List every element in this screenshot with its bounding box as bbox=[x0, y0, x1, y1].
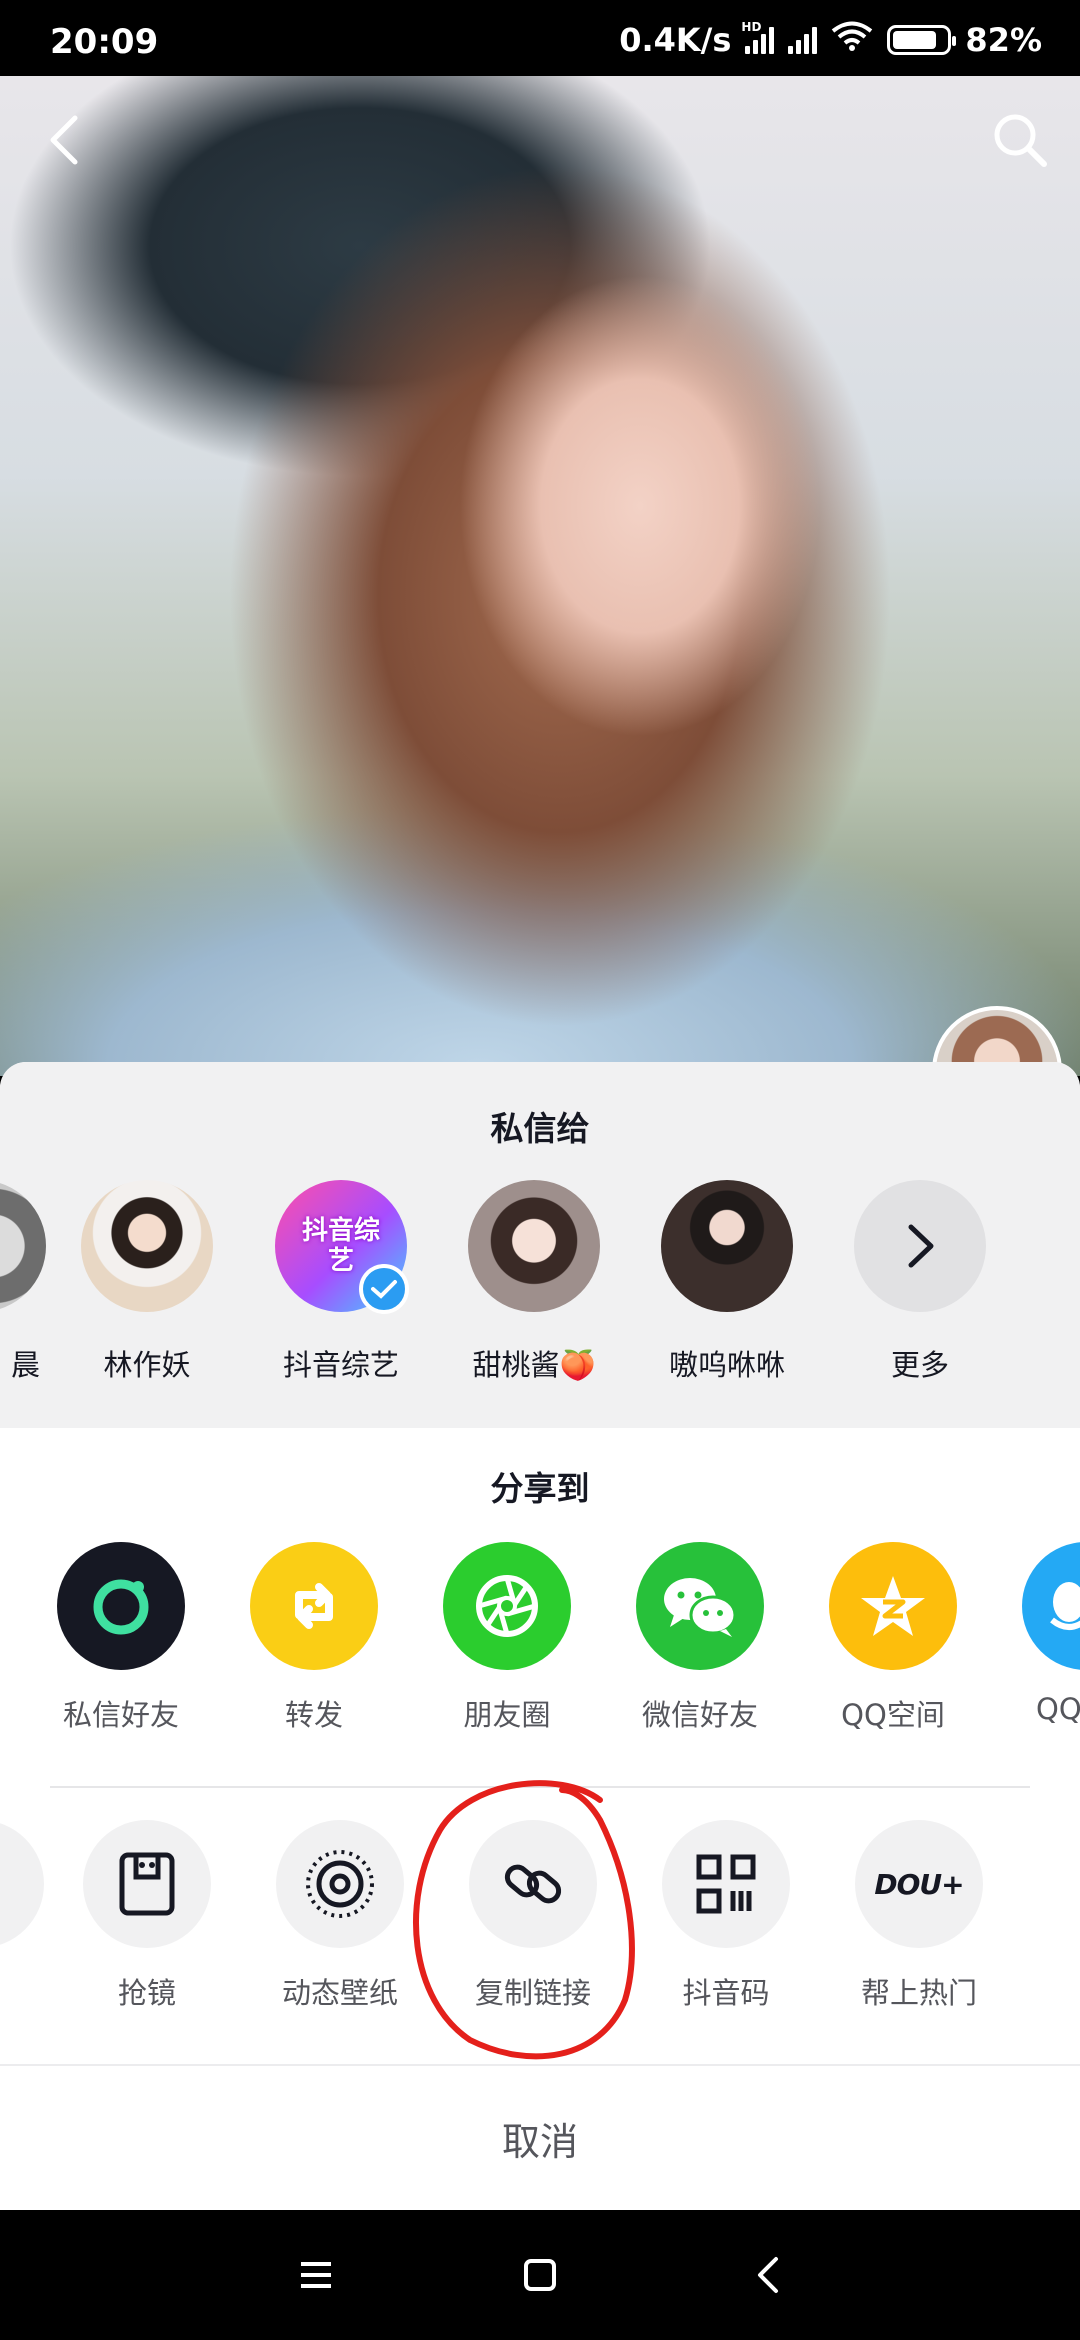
contact-name: 林作妖 bbox=[103, 1348, 191, 1382]
tool-label: 动态壁纸 bbox=[281, 1976, 398, 2010]
status-bar: 20:09 0.4K/s HD 82% bbox=[0, 0, 1080, 76]
share-targets: 私信好友 转发 朋友圈 微信好友 QQ空间 QQ bbox=[0, 1542, 1080, 1742]
private-message-icon bbox=[57, 1542, 185, 1670]
status-right: 0.4K/s HD 82% bbox=[619, 20, 1042, 60]
wechat-icon bbox=[636, 1542, 764, 1670]
contact-name: 甜桃酱🍑 bbox=[472, 1348, 596, 1382]
battery-percent: 82% bbox=[965, 21, 1042, 59]
duet-icon bbox=[83, 1820, 211, 1948]
repost-icon bbox=[250, 1542, 378, 1670]
contact-avatar bbox=[0, 1180, 46, 1312]
hd-signal-icon: HD bbox=[741, 20, 775, 54]
contact-item[interactable]: 甜桃酱🍑 bbox=[454, 1180, 614, 1384]
search-button[interactable] bbox=[984, 104, 1056, 176]
contact-list: 晨 林作妖 抖音综艺 抖音综艺 甜桃酱🍑 嗷呜咻咻 更多 bbox=[0, 1180, 1080, 1400]
contact-name: 抖音综艺 bbox=[282, 1348, 399, 1382]
tool-dou-plus[interactable]: DOU+ 帮上热门 bbox=[829, 1820, 1009, 2012]
share-label: 微信好友 bbox=[641, 1698, 758, 1732]
verified-icon bbox=[359, 1264, 409, 1314]
dm-section: 私信给 晨 林作妖 抖音综艺 抖音综艺 甜桃酱🍑 嗷呜咻咻 更多 bbox=[0, 1062, 1080, 1428]
tool-live-wallpaper[interactable]: 动态壁纸 bbox=[250, 1820, 430, 2012]
qq-icon bbox=[1022, 1542, 1080, 1670]
home-icon bbox=[524, 2259, 556, 2291]
contact-avatar bbox=[468, 1180, 600, 1312]
menu-icon bbox=[301, 2262, 331, 2288]
chevron-right-icon bbox=[908, 1224, 934, 1268]
video-player[interactable] bbox=[0, 76, 1080, 1076]
signal-icon bbox=[788, 26, 818, 54]
share-qzone[interactable]: QQ空间 bbox=[803, 1542, 983, 1734]
tool-copy-link[interactable]: 复制链接 bbox=[443, 1820, 623, 2012]
share-sheet: 私信给 晨 林作妖 抖音综艺 抖音综艺 甜桃酱🍑 嗷呜咻咻 更多 分享到 私信好… bbox=[0, 1062, 1080, 2210]
dm-title: 私信给 bbox=[490, 1109, 590, 1148]
battery-icon bbox=[887, 25, 957, 55]
tool-label: 帮上热门 bbox=[860, 1976, 977, 2010]
moments-icon bbox=[443, 1542, 571, 1670]
tool-duet[interactable]: 抢镜 bbox=[57, 1820, 237, 2012]
chevron-left-icon bbox=[50, 115, 78, 165]
contact-avatar: 抖音综艺 bbox=[275, 1180, 409, 1314]
home-button[interactable] bbox=[510, 2248, 570, 2302]
tool-actions: 抢镜 动态壁纸 复制链接 抖音码 DOU+ 帮上热门 bbox=[0, 1820, 1080, 2030]
share-screen: 20:09 0.4K/s HD 82% 私信给 晨 林作妖 抖音综艺 抖音综艺 … bbox=[0, 0, 1080, 2340]
share-qq[interactable]: QQ bbox=[996, 1542, 1080, 1726]
back-triangle-icon bbox=[758, 2257, 778, 2293]
tool-partial-icon bbox=[0, 1820, 44, 1948]
share-label: 私信好友 bbox=[62, 1698, 179, 1732]
live-wallpaper-icon bbox=[276, 1820, 404, 1948]
system-nav-bar bbox=[0, 2210, 1080, 2340]
contact-item[interactable]: 林作妖 bbox=[67, 1180, 227, 1384]
share-repost[interactable]: 转发 bbox=[224, 1542, 404, 1734]
wifi-icon bbox=[831, 20, 873, 60]
dou-plus-icon: DOU+ bbox=[855, 1820, 983, 1948]
menu-button[interactable] bbox=[286, 2248, 346, 2302]
contact-name: 更多 bbox=[890, 1348, 949, 1382]
share-label: QQ bbox=[1036, 1692, 1080, 1726]
contact-name: 晨 bbox=[10, 1348, 40, 1382]
cancel-button[interactable]: 取消 bbox=[0, 2066, 1080, 2210]
contact-item[interactable]: 抖音综艺 抖音综艺 bbox=[261, 1180, 421, 1384]
hd-badge: HD bbox=[741, 20, 762, 34]
share-private-message[interactable]: 私信好友 bbox=[31, 1542, 211, 1734]
contact-name: 嗷呜咻咻 bbox=[668, 1348, 785, 1382]
share-wechat[interactable]: 微信好友 bbox=[610, 1542, 790, 1734]
dou-plus-text: DOU+ bbox=[874, 1867, 964, 1901]
back-button[interactable] bbox=[28, 104, 100, 176]
section-divider bbox=[50, 1786, 1030, 1788]
share-label: QQ空间 bbox=[841, 1698, 945, 1732]
contact-avatar bbox=[661, 1180, 793, 1312]
net-speed: 0.4K/s bbox=[619, 21, 732, 59]
more-avatar bbox=[854, 1180, 986, 1312]
link-icon bbox=[469, 1820, 597, 1948]
contact-item[interactable]: 嗷呜咻咻 bbox=[647, 1180, 807, 1384]
share-label: 转发 bbox=[284, 1698, 343, 1732]
nav-back-button[interactable] bbox=[738, 2248, 798, 2302]
tool-qr-code[interactable]: 抖音码 bbox=[636, 1820, 816, 2012]
share-label: 朋友圈 bbox=[463, 1698, 551, 1732]
search-icon bbox=[994, 114, 1047, 167]
tool-label: 抖音码 bbox=[682, 1976, 770, 2010]
more-contacts-button[interactable]: 更多 bbox=[840, 1180, 1000, 1384]
qr-code-icon bbox=[662, 1820, 790, 1948]
contact-item[interactable]: 晨 bbox=[0, 1180, 60, 1384]
tool-label: 抢镜 bbox=[117, 1976, 176, 2010]
contact-avatar bbox=[81, 1180, 213, 1312]
status-time: 20:09 bbox=[50, 22, 159, 62]
tool-label: 复制链接 bbox=[474, 1976, 591, 2010]
qzone-icon bbox=[829, 1542, 957, 1670]
share-title: 分享到 bbox=[490, 1469, 590, 1508]
share-moments[interactable]: 朋友圈 bbox=[417, 1542, 597, 1734]
